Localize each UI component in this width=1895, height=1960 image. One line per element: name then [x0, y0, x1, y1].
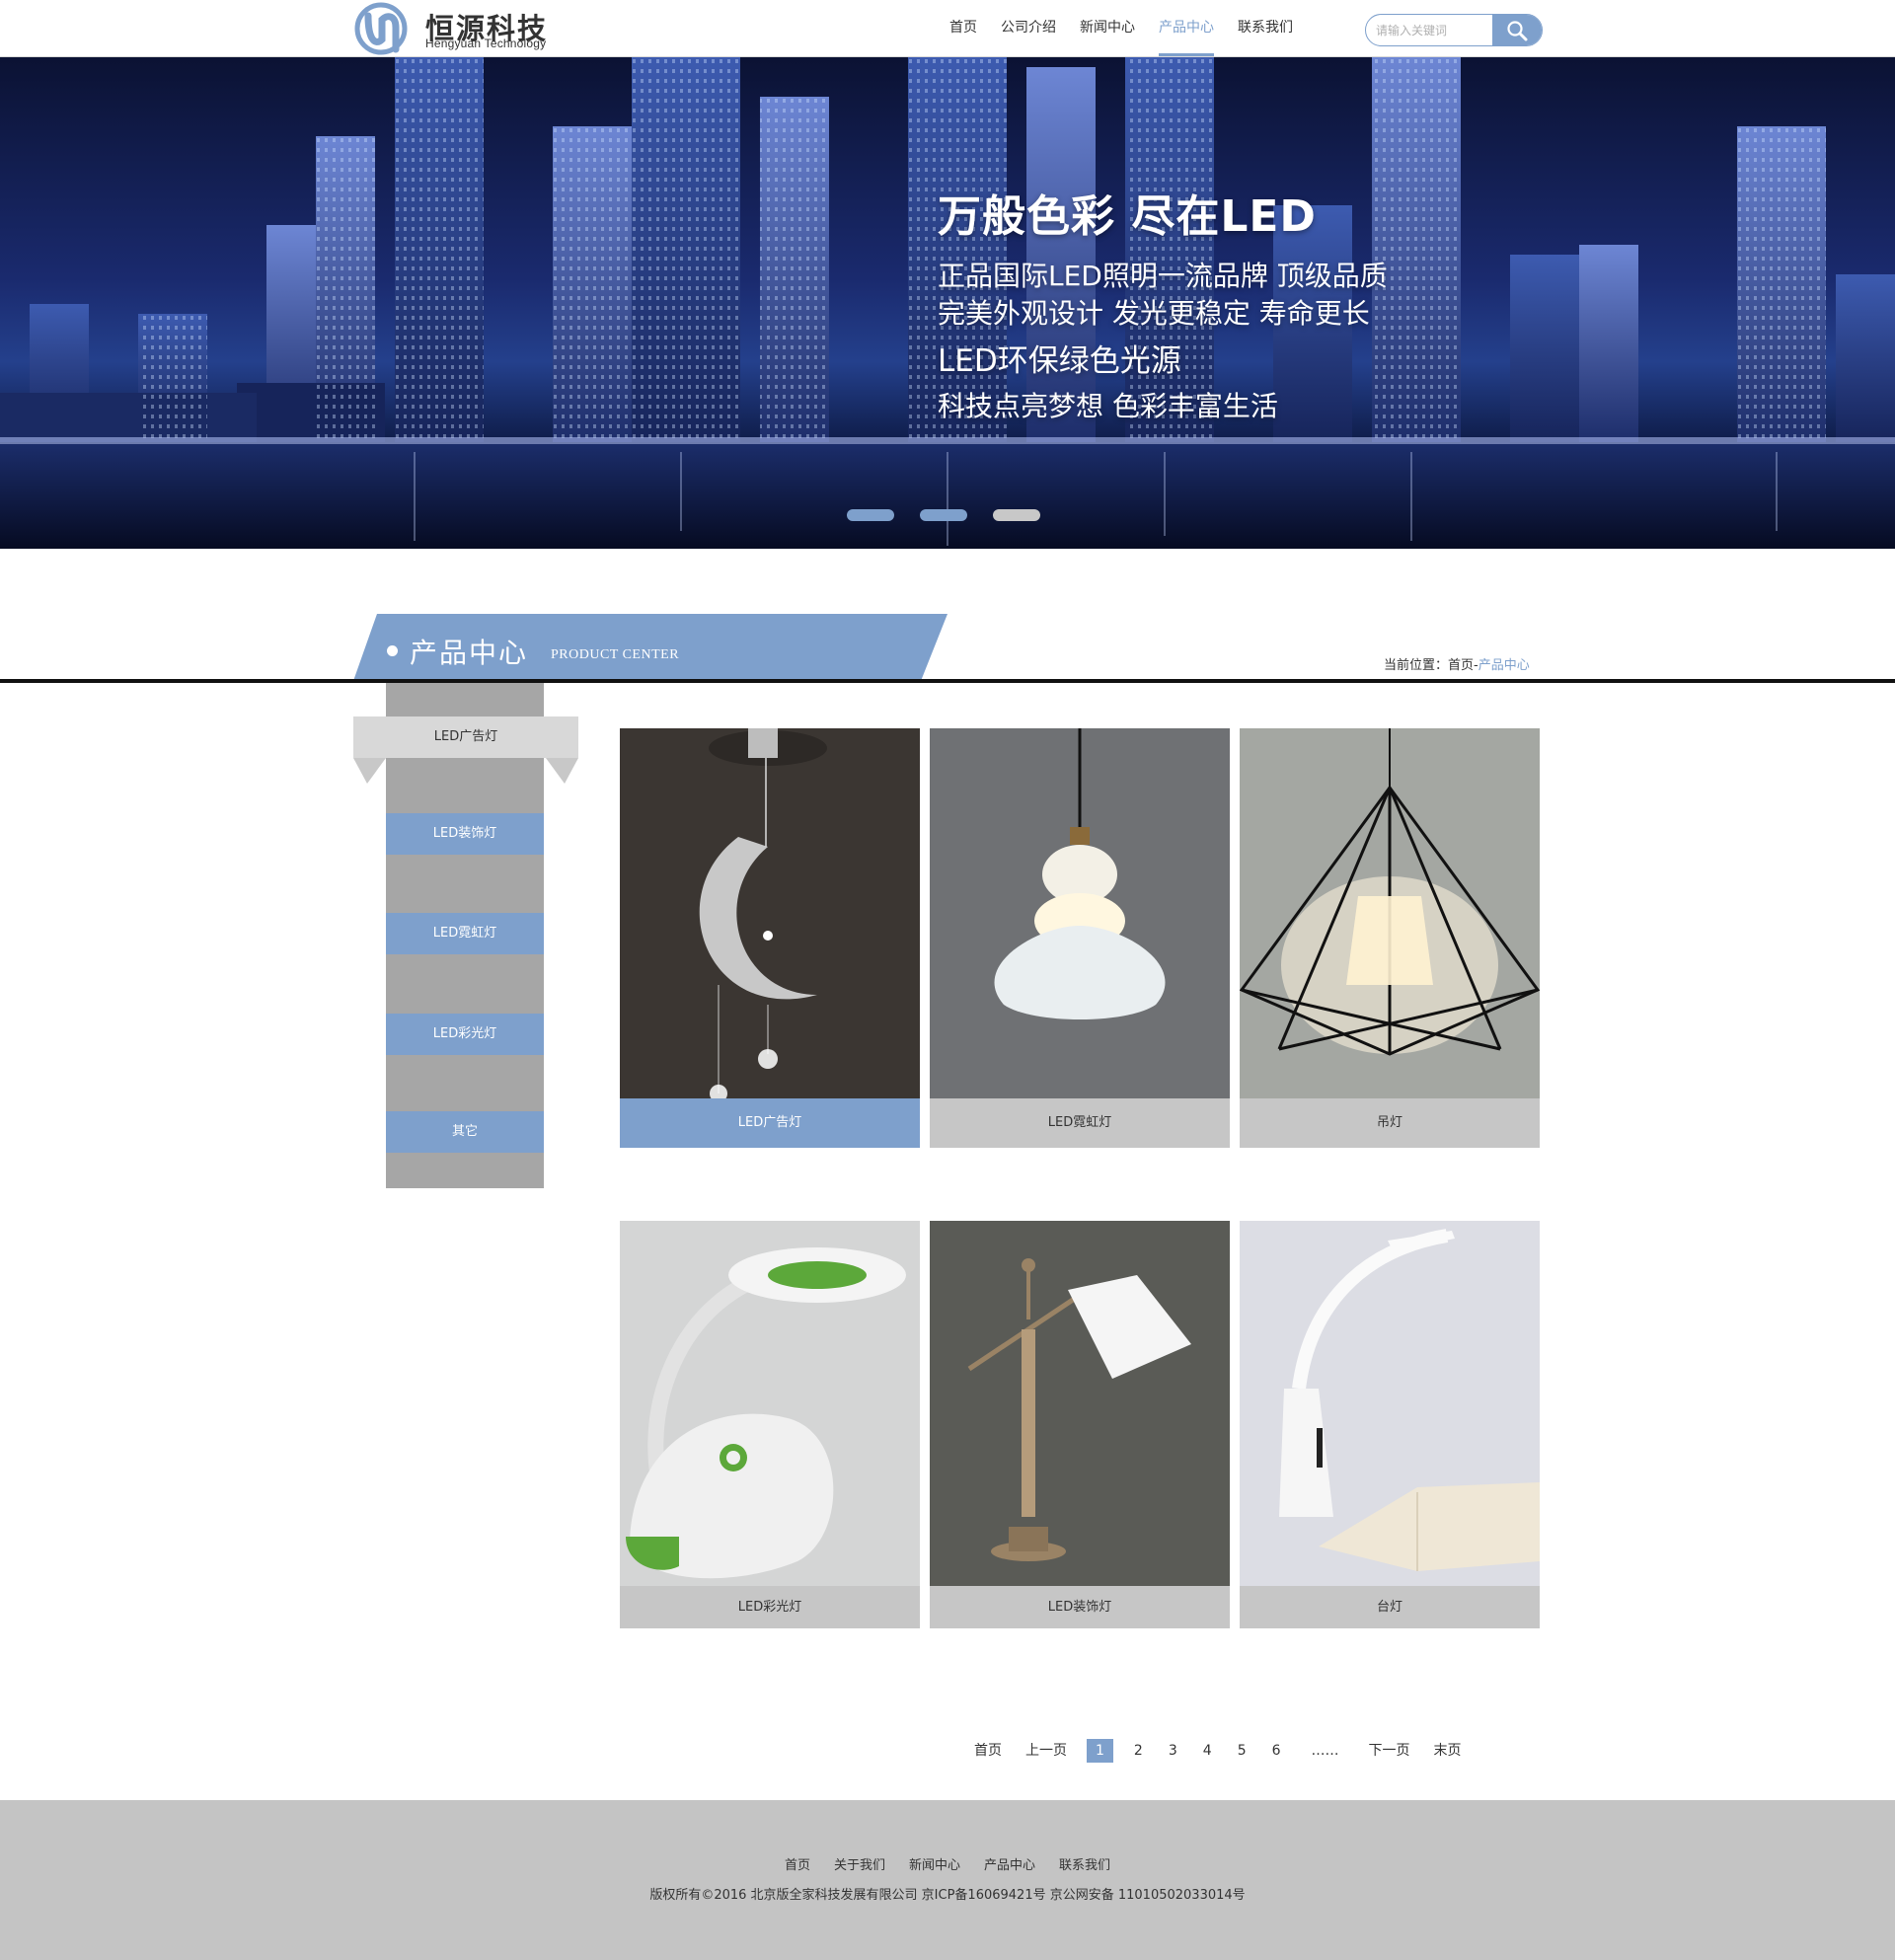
page-next[interactable]: 下一页 — [1357, 1739, 1422, 1763]
site-header: 恒源科技 Hengyuan Technology 首页 公司介绍 新闻中心 产品… — [0, 0, 1895, 57]
brass-table-lamp-image — [930, 1221, 1230, 1586]
section-title: 产品中心 — [410, 637, 529, 669]
geometric-pendant-lamp-image — [1240, 728, 1540, 1098]
banner-line-2: 完美外观设计 发光更稳定 寿命更长 — [938, 297, 1370, 330]
banner-title: 万般色彩 尽在LED — [938, 191, 1317, 242]
product-image — [620, 1221, 920, 1586]
page-last[interactable]: 末页 — [1422, 1739, 1474, 1763]
product-card[interactable]: LED广告灯 — [620, 728, 920, 1148]
sidebar-item-other[interactable]: 其它 — [386, 1111, 544, 1153]
sidebar-item-color-lamp[interactable]: LED彩光灯 — [386, 1014, 544, 1055]
search-icon — [1507, 20, 1528, 40]
green-desk-lamp-image — [620, 1221, 920, 1586]
nav-news[interactable]: 新闻中心 — [1068, 0, 1147, 57]
product-card[interactable]: LED霓虹灯 — [930, 728, 1230, 1148]
product-image — [620, 728, 920, 1098]
product-card[interactable]: 吊灯 — [1240, 728, 1540, 1148]
banner-line-4: 科技点亮梦想 色彩丰富生活 — [938, 390, 1278, 422]
nav-contact[interactable]: 联系我们 — [1226, 0, 1305, 57]
product-card[interactable]: LED装饰灯 — [930, 1221, 1230, 1628]
page-1[interactable]: 1 — [1087, 1739, 1113, 1763]
nav-about[interactable]: 公司介绍 — [989, 0, 1068, 57]
page-3[interactable]: 3 — [1156, 1739, 1190, 1763]
sidebar-item-decorative-lamp[interactable]: LED装饰灯 — [386, 813, 544, 855]
footer-link-home[interactable]: 首页 — [785, 1854, 810, 1873]
page-6[interactable]: 6 — [1259, 1739, 1294, 1763]
banner-dot-3[interactable] — [993, 509, 1040, 521]
sidebar-ribbon-folds — [353, 758, 578, 784]
product-caption: LED装饰灯 — [930, 1586, 1230, 1628]
banner-dot-2[interactable] — [920, 509, 967, 521]
product-caption: 吊灯 — [1240, 1098, 1540, 1148]
breadcrumb-home[interactable]: 首页 — [1448, 658, 1474, 673]
hero-banner[interactable]: 万般色彩 尽在LED 正品国际LED照明一流品牌 顶级品质 完美外观设计 发光更… — [0, 57, 1895, 549]
product-caption: 台灯 — [1240, 1586, 1540, 1628]
banner-pagination — [847, 509, 1040, 521]
sidebar-item-active[interactable]: LED广告灯 — [353, 716, 578, 758]
product-caption: LED霓虹灯 — [930, 1098, 1230, 1148]
page-5[interactable]: 5 — [1225, 1739, 1259, 1763]
breadcrumb: 当前位置：首页-产品中心 — [1384, 654, 1530, 673]
pagination: 首页 上一页 1 2 3 4 5 6 …… 下一页 末页 — [962, 1739, 1474, 1763]
search-box — [1365, 14, 1543, 46]
product-caption: LED彩光灯 — [620, 1586, 920, 1628]
breadcrumb-prefix: 当前位置： — [1384, 658, 1449, 673]
glass-pendant-lamp-image — [930, 728, 1230, 1098]
footer-link-news[interactable]: 新闻中心 — [909, 1854, 960, 1873]
main-nav: 首页 公司介绍 新闻中心 产品中心 联系我们 — [938, 0, 1305, 57]
footer-link-products[interactable]: 产品中心 — [984, 1854, 1035, 1873]
footer-link-contact[interactable]: 联系我们 — [1059, 1854, 1110, 1873]
logo[interactable]: 恒源科技 Hengyuan Technology — [354, 0, 573, 57]
footer-link-about[interactable]: 关于我们 — [834, 1854, 885, 1873]
page-2[interactable]: 2 — [1121, 1739, 1156, 1763]
site-footer: 首页 关于我们 新闻中心 产品中心 联系我们 版权所有©2016 北京版全家科技… — [0, 1800, 1895, 1960]
banner-line-3: LED环保绿色光源 — [938, 343, 1181, 379]
product-image — [930, 728, 1230, 1098]
crescent-moon-lamp-image — [620, 728, 920, 1098]
footer-copyright: 版权所有©2016 北京版全家科技发展有限公司 京ICP备16069421号 京… — [649, 1888, 1246, 1903]
white-desk-lamp-image — [1240, 1221, 1540, 1586]
banner-text: 万般色彩 尽在LED 正品国际LED照明一流品牌 顶级品质 完美外观设计 发光更… — [938, 181, 1388, 425]
product-image — [1240, 728, 1540, 1098]
product-card[interactable]: 台灯 — [1240, 1221, 1540, 1628]
section-divider — [0, 679, 1895, 683]
page-first[interactable]: 首页 — [962, 1739, 1014, 1763]
product-card[interactable]: LED彩光灯 — [620, 1221, 920, 1628]
page-ellipsis: …… — [1311, 1743, 1339, 1759]
breadcrumb-current: 产品中心 — [1478, 658, 1530, 673]
sidebar-item-neon-lamp[interactable]: LED霓虹灯 — [386, 913, 544, 954]
page-4[interactable]: 4 — [1190, 1739, 1225, 1763]
product-image — [930, 1221, 1230, 1586]
section-subtitle: PRODUCT CENTER — [551, 647, 680, 662]
section-bullet-icon — [387, 645, 398, 656]
banner-line-1: 正品国际LED照明一流品牌 顶级品质 — [938, 260, 1388, 292]
footer-nav: 首页 关于我们 新闻中心 产品中心 联系我们 — [0, 1854, 1895, 1873]
logo-text-en: Hengyuan Technology — [425, 37, 547, 50]
search-button[interactable] — [1492, 15, 1542, 45]
search-input[interactable] — [1366, 15, 1492, 45]
product-caption: LED广告灯 — [620, 1098, 920, 1148]
page-prev[interactable]: 上一页 — [1014, 1739, 1079, 1763]
logo-mark-icon — [354, 2, 408, 55]
nav-products[interactable]: 产品中心 — [1147, 0, 1226, 57]
product-image — [1240, 1221, 1540, 1586]
banner-dot-1[interactable] — [847, 509, 894, 521]
nav-home[interactable]: 首页 — [938, 0, 989, 57]
